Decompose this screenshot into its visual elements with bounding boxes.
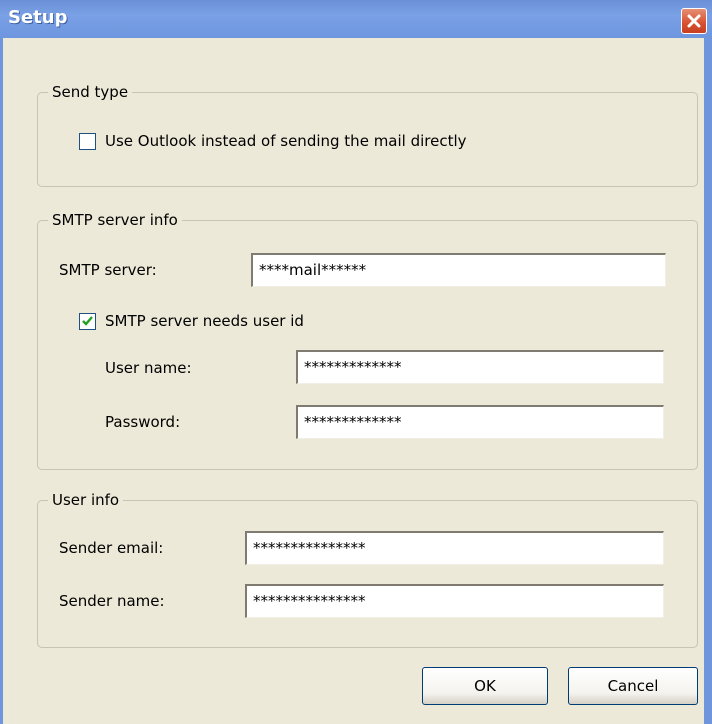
use-outlook-label[interactable]: Use Outlook instead of sending the mail … (105, 131, 467, 151)
smtp-needs-user-id-label[interactable]: SMTP server needs user id (105, 311, 304, 331)
sender-name-label: Sender name: (59, 592, 165, 610)
user-name-input[interactable]: ************* (296, 350, 664, 384)
password-input[interactable]: ************* (296, 405, 664, 439)
user-info-group: User info (37, 490, 698, 648)
close-icon (687, 14, 701, 28)
title-bar: Setup (0, 0, 712, 38)
use-outlook-checkbox[interactable] (79, 133, 96, 150)
ok-button[interactable]: OK (422, 667, 548, 705)
sender-email-label: Sender email: (59, 539, 164, 557)
close-button[interactable] (681, 8, 707, 34)
cancel-button-label: Cancel (607, 677, 659, 695)
password-label: Password: (105, 413, 181, 431)
window-title: Setup (8, 7, 68, 28)
smtp-needs-user-id-checkbox[interactable] (79, 313, 96, 330)
ok-button-label: OK (474, 677, 496, 695)
user-info-group-label: User info (48, 490, 124, 510)
window-border-left (0, 38, 3, 724)
user-name-label: User name: (105, 359, 192, 377)
checkmark-icon (82, 316, 93, 326)
smtp-server-input[interactable]: ****mail****** (251, 253, 666, 287)
sender-email-input[interactable]: *************** (245, 531, 664, 565)
window-border-right (704, 38, 712, 724)
cancel-button[interactable]: Cancel (568, 667, 698, 705)
send-type-group-label: Send type (48, 82, 133, 102)
sender-name-input[interactable]: *************** (245, 584, 664, 618)
smtp-server-info-group-label: SMTP server info (48, 210, 182, 230)
smtp-server-label: SMTP server: (59, 261, 157, 279)
